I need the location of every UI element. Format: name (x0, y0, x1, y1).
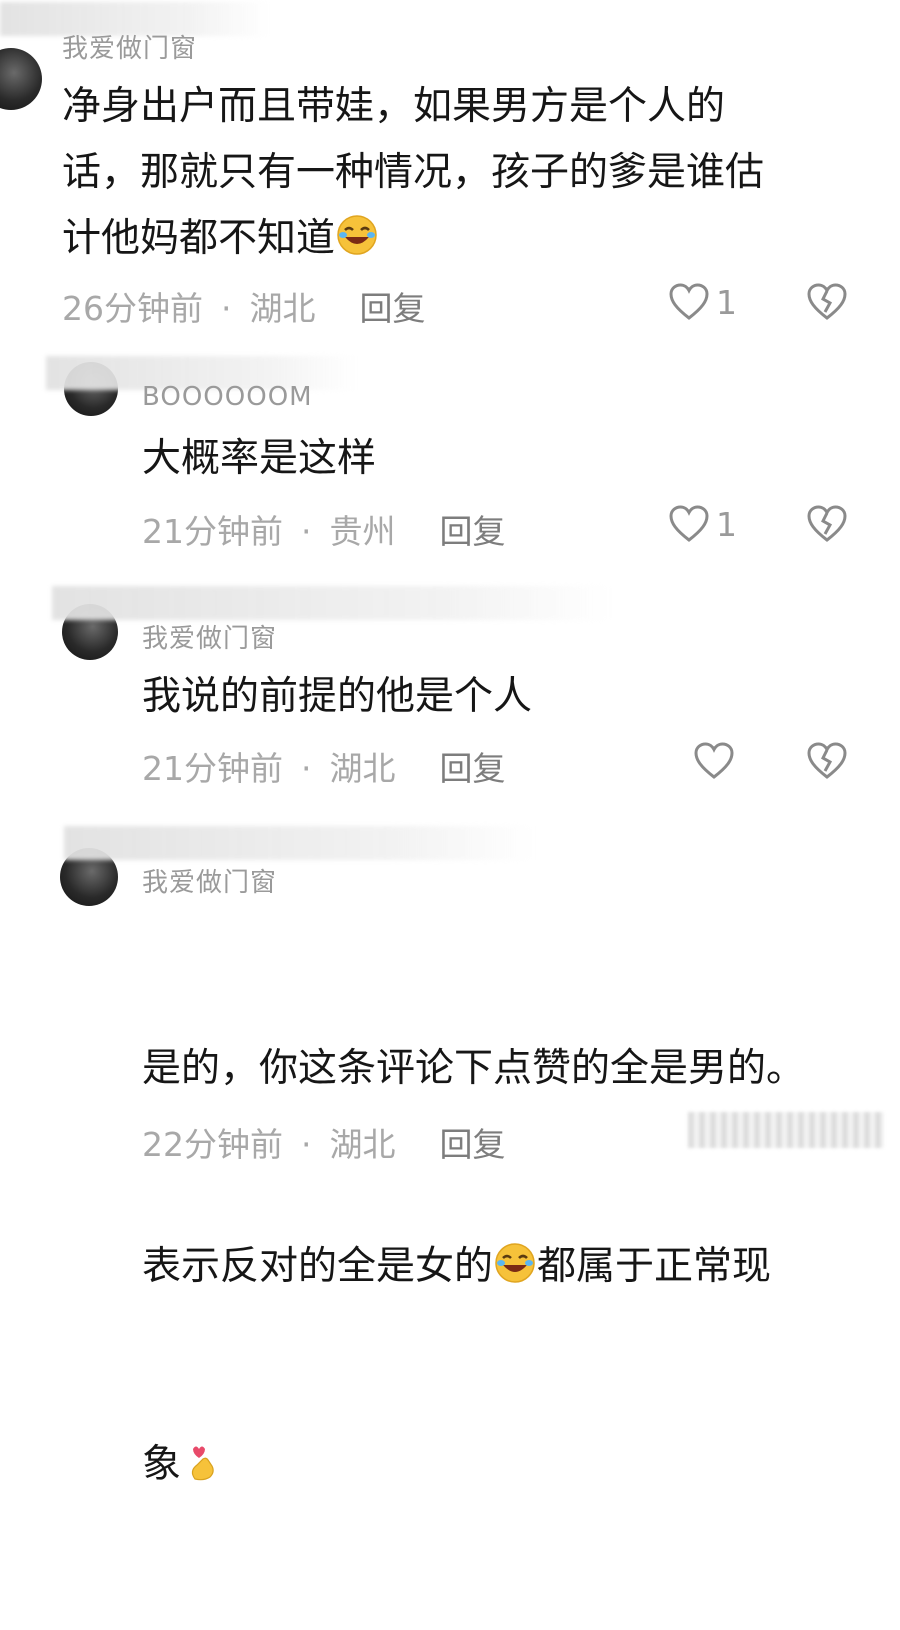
comment-text-fragment: 象 (142, 1442, 182, 1487)
reply-button[interactable]: 回复 (440, 749, 506, 788)
reply-button[interactable]: 回复 (360, 289, 426, 328)
like-button[interactable] (693, 741, 741, 781)
comment-text-fragment: 表示反对的全是女的 (142, 1244, 494, 1289)
broken-heart-icon[interactable] (806, 504, 848, 544)
comment-text-line: 象 (142, 1432, 862, 1498)
blurred-watermark (688, 1112, 884, 1148)
like-button[interactable]: 1 (668, 282, 737, 322)
comment-meta: 26分钟前 · 湖北 回复 (62, 282, 426, 330)
blurred-username-overlay (64, 826, 534, 860)
avatar[interactable] (0, 48, 42, 110)
comment-meta: 21分钟前 · 贵州 回复 (142, 505, 506, 553)
comment-text-line: 是的，你这条评论下点赞的全是男的。 (142, 1046, 806, 1091)
comment-text: 大概率是这样 (142, 436, 377, 481)
comment-1: 我爱做门窗 净身出户而且带娃，如果男方是个人的 话，那就只有一种情况，孩子的爹是… (0, 0, 900, 340)
username[interactable]: 我爱做门窗 (62, 28, 197, 65)
laughing-emoji-icon (495, 1243, 535, 1283)
separator-dot: · (301, 749, 312, 788)
timestamp: 26分钟前 (62, 289, 203, 328)
broken-heart-icon[interactable] (806, 282, 848, 322)
like-button[interactable]: 1 (668, 504, 737, 544)
like-count: 1 (716, 282, 737, 322)
comment-text-line: 表示反对的全是女的 都属于正常现 (142, 1234, 862, 1300)
comment-meta: 21分钟前 · 湖北 回复 (142, 742, 506, 790)
separator-dot: · (301, 512, 312, 551)
username[interactable]: BOOOOOOM (142, 382, 313, 412)
separator-dot: · (221, 289, 232, 328)
timestamp: 21分钟前 (142, 749, 283, 788)
laughing-emoji-icon (337, 215, 377, 255)
separator-dot: · (301, 1125, 312, 1164)
timestamp: 21分钟前 (142, 512, 283, 551)
username[interactable]: 我爱做门窗 (142, 618, 277, 655)
location: 湖北 (249, 289, 316, 328)
comment-4: 我爱做门窗 是的，你这条评论下点赞的全是男的。 表示反对的全是女的 都属于正常现 … (0, 822, 900, 1487)
like-count: 1 (716, 504, 737, 544)
comment-meta: 22分钟前 · 湖北 回复 (142, 1118, 506, 1166)
reply-button[interactable]: 回复 (440, 512, 506, 551)
location: 贵州 (329, 512, 396, 551)
comment-3: 我爱做门窗 我说的前提的他是个人 21分钟前 · 湖北 回复 (0, 582, 900, 802)
reply-button[interactable]: 回复 (440, 1125, 506, 1164)
comment-2: BOOOOOOM 大概率是这样 21分钟前 · 贵州 回复 1 (0, 350, 900, 570)
comment-text-body: 净身出户而且带娃，如果男方是个人的 话，那就只有一种情况，孩子的爹是谁估 计他妈… (62, 84, 765, 261)
comment-text: 我说的前提的他是个人 (142, 674, 533, 719)
location: 湖北 (329, 749, 396, 788)
location: 湖北 (329, 1125, 396, 1164)
comment-text-fragment: 都属于正常现 (537, 1244, 772, 1289)
finger-heart-emoji-icon (191, 1446, 214, 1481)
comment-text: 是的，你这条评论下点赞的全是男的。 表示反对的全是女的 都属于正常现 象 (142, 904, 862, 1630)
heart-outline-icon (669, 505, 709, 542)
timestamp: 22分钟前 (142, 1125, 283, 1164)
username[interactable]: 我爱做门窗 (142, 862, 277, 899)
blurred-username-overlay (52, 586, 612, 620)
broken-heart-icon[interactable] (806, 741, 848, 781)
comment-text: 净身出户而且带娃，如果男方是个人的 话，那就只有一种情况，孩子的爹是谁估 计他妈… (62, 74, 862, 272)
heart-outline-icon (694, 742, 734, 779)
heart-outline-icon (669, 283, 709, 320)
